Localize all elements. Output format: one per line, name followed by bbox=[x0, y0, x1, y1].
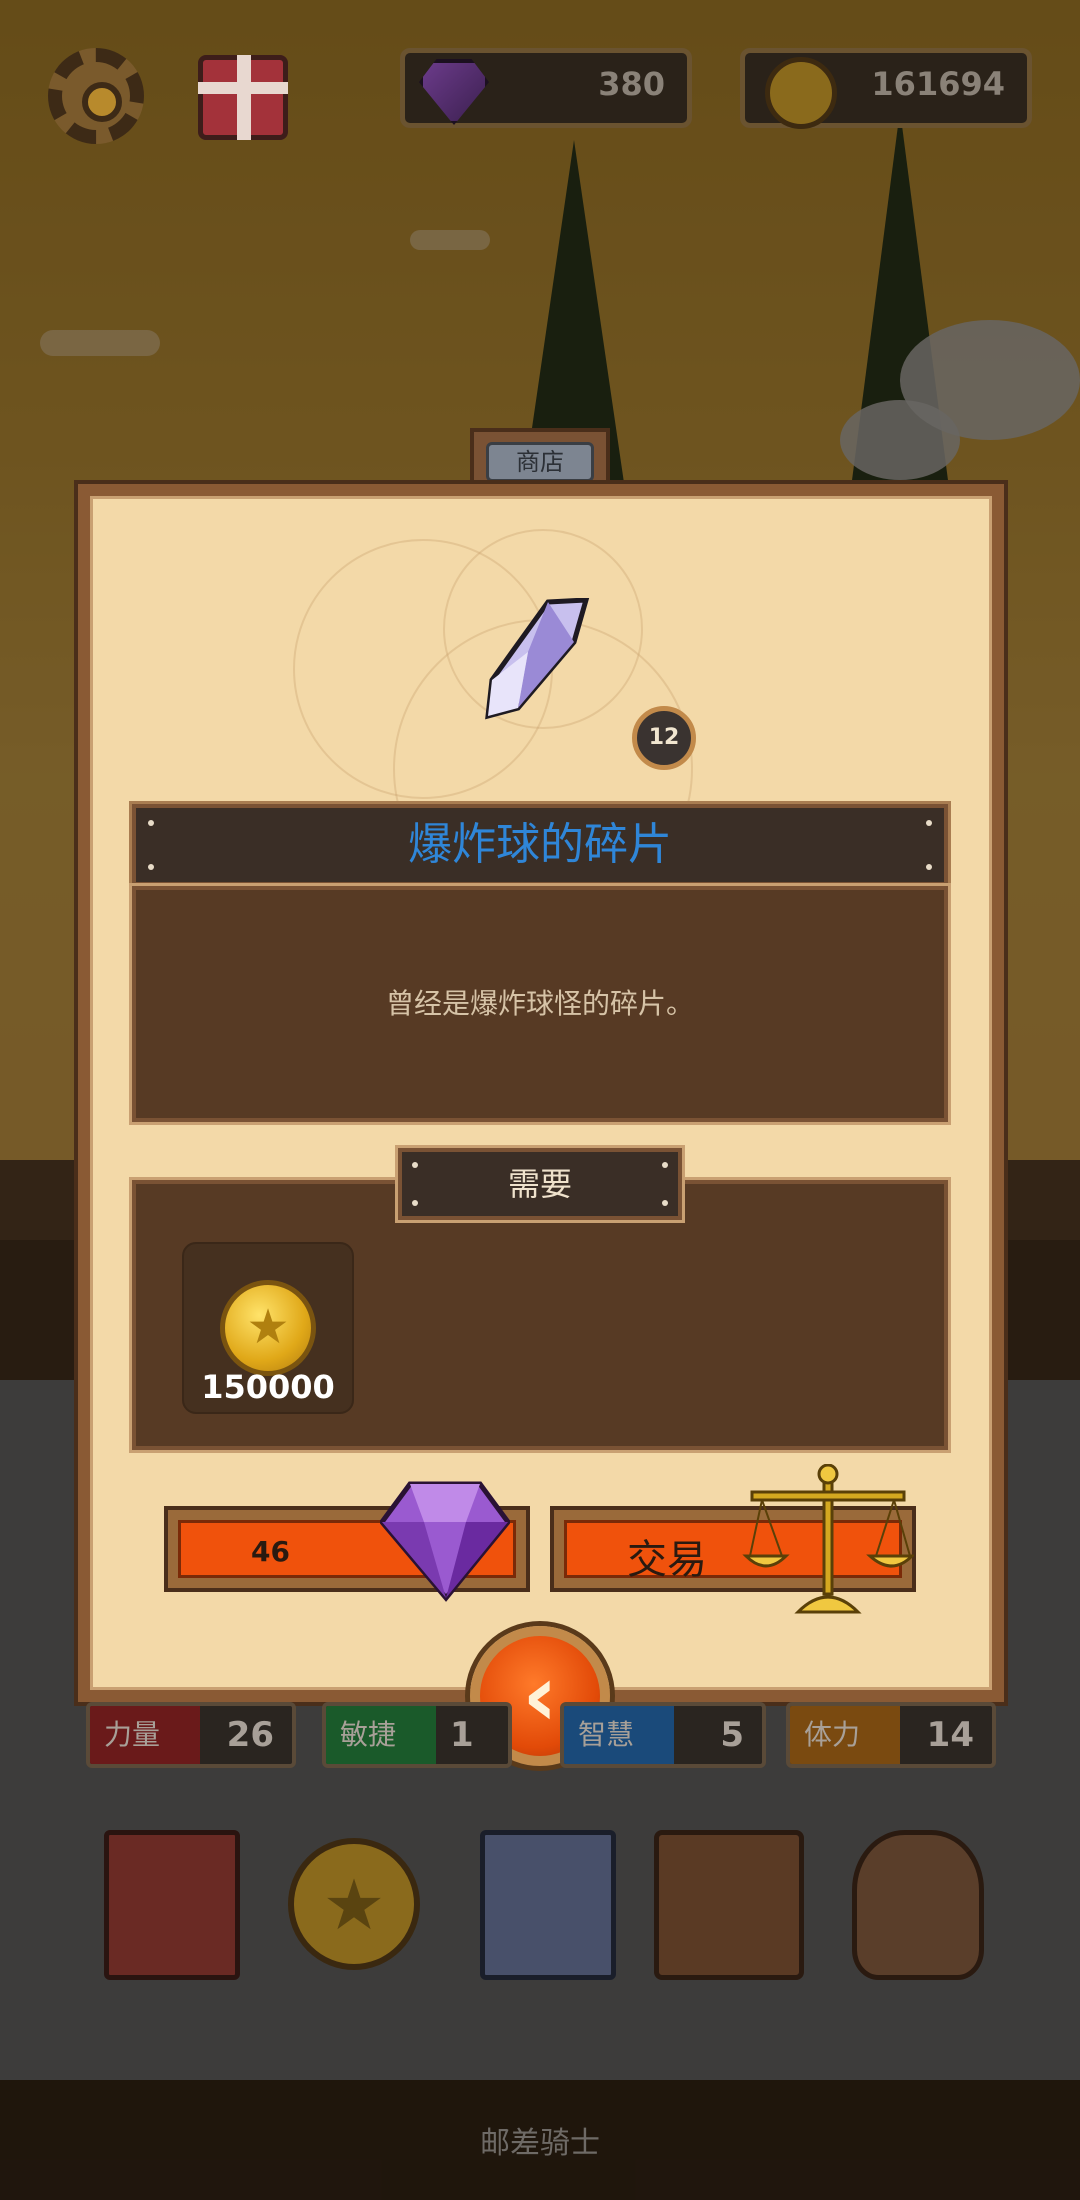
gem-icon bbox=[380, 1481, 510, 1602]
requirements-label: 需要 bbox=[507, 1165, 572, 1203]
item-description: 曾经是爆炸球怪的碎片。 bbox=[385, 987, 694, 1020]
gem-counter: 380 bbox=[400, 48, 692, 128]
loot-bag-icon[interactable] bbox=[852, 1830, 984, 1980]
item-name: 爆炸球的碎片 bbox=[408, 819, 672, 870]
item-count-badge: 12 bbox=[632, 706, 696, 770]
stat-agility: 敏捷 1 bbox=[322, 1702, 512, 1768]
requirement-gold-slot: 150000 bbox=[182, 1242, 354, 1414]
gift-icon[interactable] bbox=[198, 55, 288, 140]
gear-icon[interactable] bbox=[48, 48, 144, 144]
game-title: 邮差骑士 bbox=[480, 2126, 600, 2161]
stat-label: 力量 bbox=[90, 1706, 200, 1764]
crystal-shard-icon bbox=[485, 598, 590, 720]
medal-icon[interactable] bbox=[288, 1838, 420, 1970]
item-description-box: 曾经是爆炸球怪的碎片。 bbox=[129, 883, 951, 1125]
stat-stamina: 体力 14 bbox=[786, 1702, 996, 1768]
shop-tab: 商店 bbox=[470, 428, 610, 488]
stat-value: 26 bbox=[226, 1715, 274, 1755]
book-icon[interactable] bbox=[104, 1830, 240, 1980]
requirement-amount: 150000 bbox=[201, 1368, 335, 1406]
stat-label: 智慧 bbox=[564, 1706, 674, 1764]
gem-count: 380 bbox=[598, 65, 665, 103]
coin-icon bbox=[765, 57, 837, 129]
gem-price: 46 bbox=[251, 1535, 290, 1568]
stat-value: 14 bbox=[926, 1715, 974, 1755]
requirements-header: 需要 bbox=[395, 1145, 685, 1223]
stat-wisdom: 智慧 5 bbox=[560, 1702, 766, 1768]
shop-tab-label: 商店 bbox=[486, 442, 594, 482]
scales-icon bbox=[742, 1464, 914, 1614]
inventory-chest-icon[interactable] bbox=[654, 1830, 804, 1980]
trade-label: 交易 bbox=[627, 1537, 707, 1583]
stat-value: 1 bbox=[450, 1715, 474, 1755]
stat-strength: 力量 26 bbox=[86, 1702, 296, 1768]
stat-label: 敏捷 bbox=[326, 1706, 436, 1764]
gem-icon bbox=[419, 59, 489, 125]
card-deck-icon[interactable] bbox=[480, 1830, 616, 1980]
gold-counter: 161694 bbox=[740, 48, 1032, 129]
stat-label: 体力 bbox=[790, 1706, 900, 1764]
item-title-bar: 爆炸球的碎片 bbox=[129, 801, 951, 889]
gold-count: 161694 bbox=[871, 65, 1005, 103]
stat-value: 5 bbox=[720, 1715, 744, 1755]
gold-coin-icon bbox=[220, 1280, 316, 1376]
